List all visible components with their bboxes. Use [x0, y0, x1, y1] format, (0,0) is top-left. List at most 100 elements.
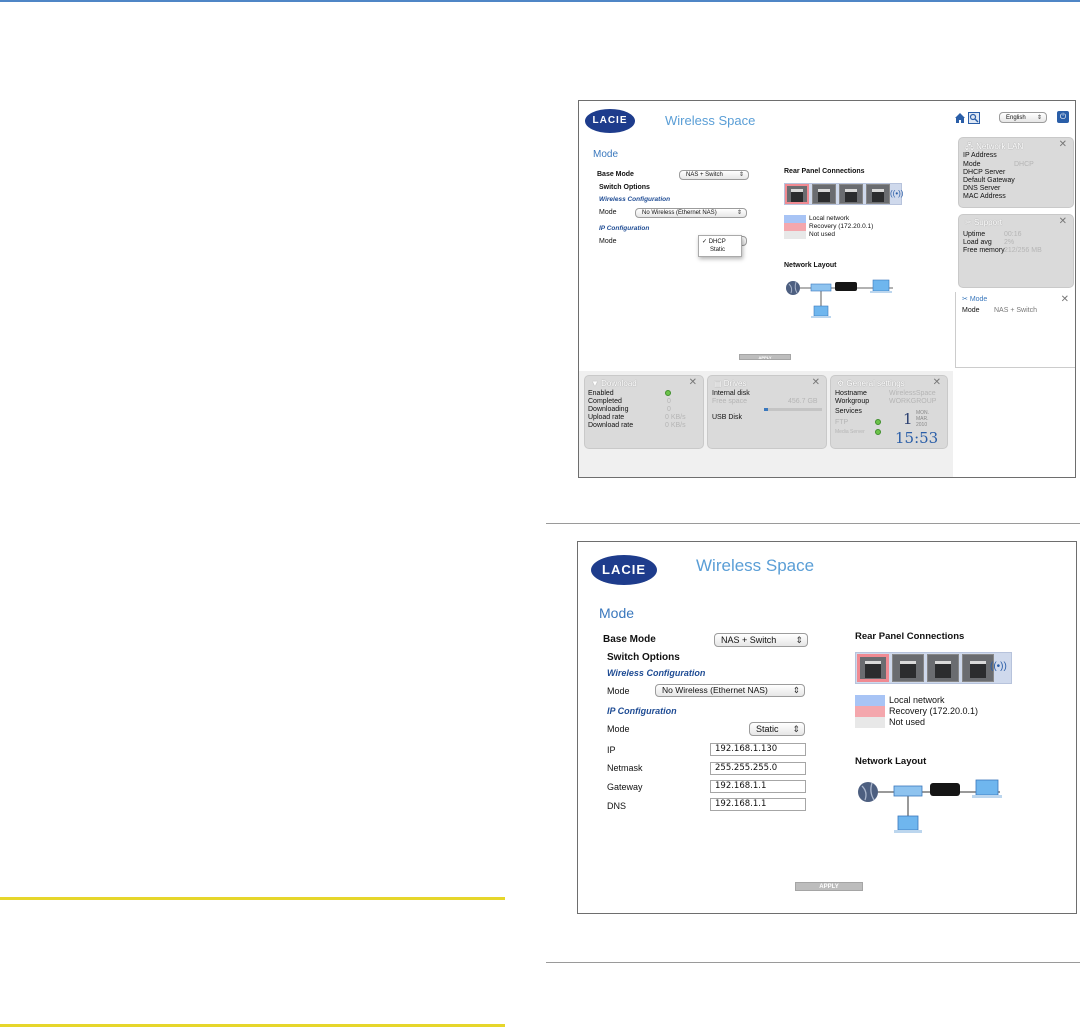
ip-label: IP — [607, 745, 616, 755]
netmask-input[interactable]: 255.255.255.0 — [710, 762, 806, 775]
ethernet-ports — [785, 184, 890, 204]
switch-options-label: Switch Options — [599, 184, 650, 191]
download-widget: ▼ Download ✕ Enabled Completed 0 Downloa… — [584, 375, 704, 449]
ip-configuration-label: IP Configuration — [607, 706, 677, 716]
general-settings-widget: ⚙ General settings ✕ Hostname WirelessSp… — [830, 375, 948, 449]
general-settings-title: ⚙ General settings — [837, 379, 905, 388]
select-arrow-icon: ⇕ — [1036, 115, 1042, 121]
download-row-download-rate: Download rate — [588, 422, 634, 429]
recovery-swatch — [784, 223, 806, 231]
network-lan-widget: 🖧 Network LAN ✕ IP Address Mode DHCP DHC… — [958, 137, 1074, 208]
local-network-swatch — [855, 695, 885, 706]
support-memory-value: 212/256 MB — [1004, 247, 1042, 254]
general-row-media-server: Media Server — [835, 429, 865, 435]
general-row-ftp: FTP — [835, 419, 849, 426]
menu-item-dhcp[interactable]: ✓ DHCP — [702, 238, 726, 245]
close-icon[interactable]: ✕ — [1059, 139, 1067, 150]
drives-row-internal: Internal disk — [712, 390, 750, 397]
disk-usage-fill — [764, 408, 768, 411]
wireless-mode-label: Mode — [599, 209, 617, 216]
ethernet-port-icon — [812, 184, 836, 204]
clock-time: 15:53 — [895, 429, 939, 447]
not-used-swatch — [855, 717, 885, 728]
ethernet-port-icon — [892, 654, 924, 682]
drives-title: ▤ Drives — [714, 379, 746, 388]
wlan-row-mac: MAC Address — [963, 193, 1006, 200]
menu-item-label: DHCP — [708, 239, 726, 245]
support-title-text: Support — [973, 218, 1002, 227]
wireless-mode-select[interactable]: No Wireless (Ethernet NAS) ⇕ — [655, 684, 805, 697]
dns-label: DNS — [607, 801, 627, 811]
ethernet-port-icon — [927, 654, 959, 682]
ip-input[interactable]: 192.168.1.130 — [710, 743, 806, 756]
home-icon[interactable] — [954, 111, 966, 123]
legend-recovery: Recovery (172.20.0.1) — [889, 706, 979, 716]
select-arrow-icon: ⇕ — [795, 635, 803, 645]
base-mode-select[interactable]: NAS + Switch ⇕ — [679, 170, 749, 180]
close-icon[interactable]: ✕ — [812, 377, 820, 388]
disk-usage-bar — [764, 408, 822, 411]
apply-button[interactable]: APPLY — [795, 882, 863, 891]
language-select[interactable]: English ⇕ — [999, 112, 1047, 123]
language-value: English — [1006, 115, 1026, 121]
close-icon[interactable]: ✕ — [689, 377, 697, 388]
close-icon[interactable]: ✕ — [933, 377, 941, 388]
select-arrow-icon: ⇕ — [738, 172, 744, 178]
download-row-downloading: Downloading — [588, 406, 629, 413]
wireless-mode-label: Mode — [607, 686, 630, 696]
menu-item-label: Static — [710, 247, 726, 253]
mode-title: Mode — [599, 605, 635, 621]
support-uptime-value: 00:16 — [1004, 231, 1022, 238]
search-icon[interactable] — [968, 111, 980, 124]
wireless-mode-select[interactable]: No Wireless (Ethernet NAS) ⇕ — [635, 208, 747, 218]
dns-input[interactable]: 192.168.1.1 — [710, 798, 806, 811]
gateway-input[interactable]: 192.168.1.1 — [710, 780, 806, 793]
figure-separator-rule — [546, 523, 1080, 524]
ip-configuration-label: IP Configuration — [599, 225, 650, 232]
local-network-swatch — [784, 215, 806, 223]
download-icon: ▼ — [591, 379, 602, 388]
mode-widget-title-text: Mode — [969, 296, 988, 303]
power-icon[interactable]: ⏻ — [1057, 111, 1069, 123]
ethernet-port-icon — [857, 654, 889, 682]
wlan-row-gateway: Default Gateway — [963, 177, 1015, 184]
ethernet-port-icon — [866, 184, 890, 204]
close-icon[interactable]: ✕ — [1061, 294, 1069, 305]
mode-widget-value: NAS + Switch — [994, 307, 1037, 314]
menu-item-static[interactable]: Static — [710, 247, 725, 253]
drives-title-text: Drives — [723, 379, 747, 388]
page-top-rule — [0, 0, 1080, 2]
download-downloading-value: 0 — [667, 406, 671, 413]
status-dot — [665, 390, 671, 396]
base-mode-label: Base Mode — [603, 634, 656, 645]
base-mode-value: NAS + Switch — [686, 172, 723, 178]
calendar-year: 2010 — [916, 422, 928, 428]
network-layout-diagram — [854, 774, 1014, 840]
support-row-load: Load avg — [963, 239, 992, 246]
support-row-memory: Free memory — [963, 247, 1005, 254]
legend-local-network: Local network — [809, 215, 850, 222]
apply-button[interactable]: APPLY — [739, 354, 791, 360]
download-download-value: 0 KB/s — [665, 422, 686, 429]
general-hostname-value: WirelessSpace — [889, 390, 936, 397]
status-dot — [875, 419, 881, 425]
ip-mode-dropdown-menu[interactable]: ✓ DHCP Static — [698, 235, 742, 257]
ethernet-ports — [857, 654, 994, 682]
ip-mode-select[interactable]: Static ⇕ — [749, 722, 805, 736]
not-used-swatch — [784, 231, 806, 239]
ip-mode-value: Static — [756, 724, 779, 734]
select-arrow-icon: ⇕ — [792, 685, 800, 695]
mode-widget-title: ✂ Mode — [962, 295, 987, 303]
close-icon[interactable]: ✕ — [1059, 216, 1067, 227]
caution-bottom-rule — [0, 1024, 505, 1027]
download-title: ▼ Download — [591, 379, 637, 388]
rear-panel-title: Rear Panel Connections — [784, 168, 865, 175]
lacie-logo: LACIE — [591, 555, 657, 585]
wireless-mode-value: No Wireless (Ethernet NAS) — [662, 685, 768, 695]
general-row-workgroup: Workgroup — [835, 398, 870, 405]
mode-widget-row: Mode — [962, 307, 980, 314]
download-title-text: Download — [601, 379, 637, 388]
mode-widget: ✂ Mode ✕ Mode NAS + Switch — [955, 292, 1075, 368]
legend-not-used: Not used — [889, 717, 926, 727]
base-mode-select[interactable]: NAS + Switch ⇕ — [714, 633, 808, 647]
